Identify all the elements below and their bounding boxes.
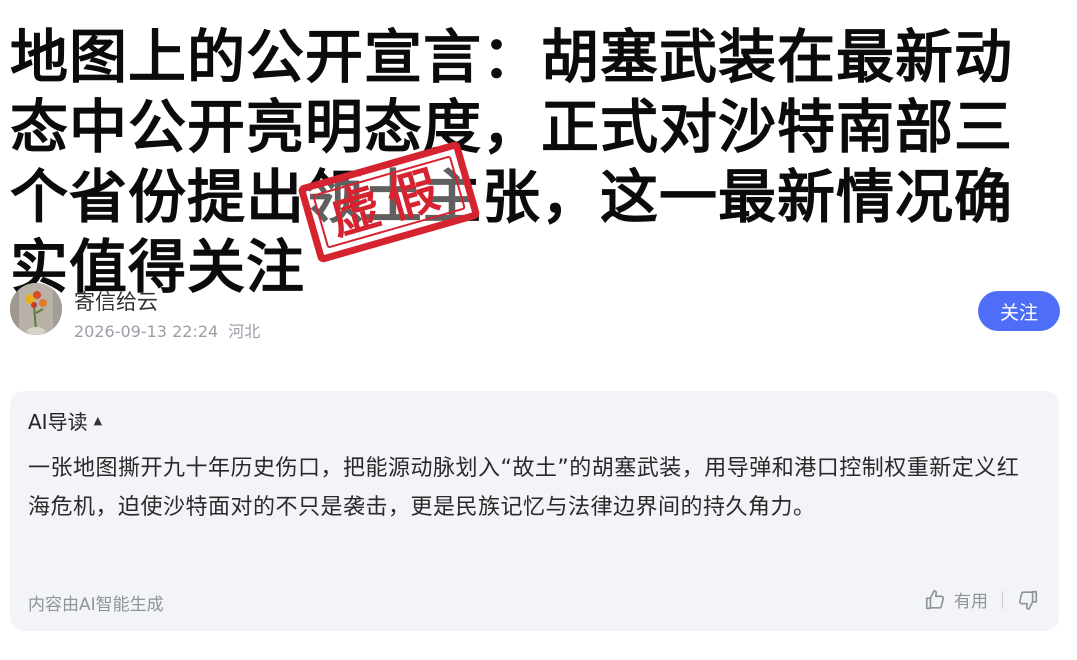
post-meta: 2026-09-13 22:24 河北: [74, 318, 260, 342]
post-region: 河北: [228, 322, 261, 341]
useful-button[interactable]: 有用: [954, 587, 988, 612]
caret-up-icon: ▲: [93, 414, 103, 427]
ai-summary-header: AI导读: [28, 410, 88, 434]
feedback-divider: [1002, 590, 1003, 609]
ai-summary-text: 一张地图撕开九十年历史伤口，把能源动脉划入“故土”的胡塞武装，用导弹和港口控制权…: [28, 456, 1020, 520]
thumbs-up-icon[interactable]: [924, 589, 946, 611]
feedback-bar: 有用: [924, 587, 1039, 612]
post-datetime: 2026-09-13 22:24: [74, 322, 219, 341]
ai-summary-card: AI导读 ▲ 一张地图撕开九十年历史伤口，把能源动脉划入“故土”的胡塞武装，用导…: [10, 391, 1059, 631]
author-row: 寄信给云 2026-09-13 22:24 河北 关注: [10, 283, 1060, 342]
follow-button[interactable]: 关注: [978, 291, 1060, 331]
ai-summary-toggle[interactable]: AI导读 ▲: [28, 406, 102, 435]
avatar[interactable]: [10, 283, 62, 335]
author-name[interactable]: 寄信给云: [74, 286, 158, 316]
thumbs-down-icon[interactable]: [1017, 589, 1039, 611]
article-title: 地图上的公开宣言：胡塞武装在最新动态中公开亮明态度，正式对沙特南部三个省份提出领…: [10, 23, 1014, 301]
ai-source-note: 内容由AI智能生成: [28, 595, 164, 615]
